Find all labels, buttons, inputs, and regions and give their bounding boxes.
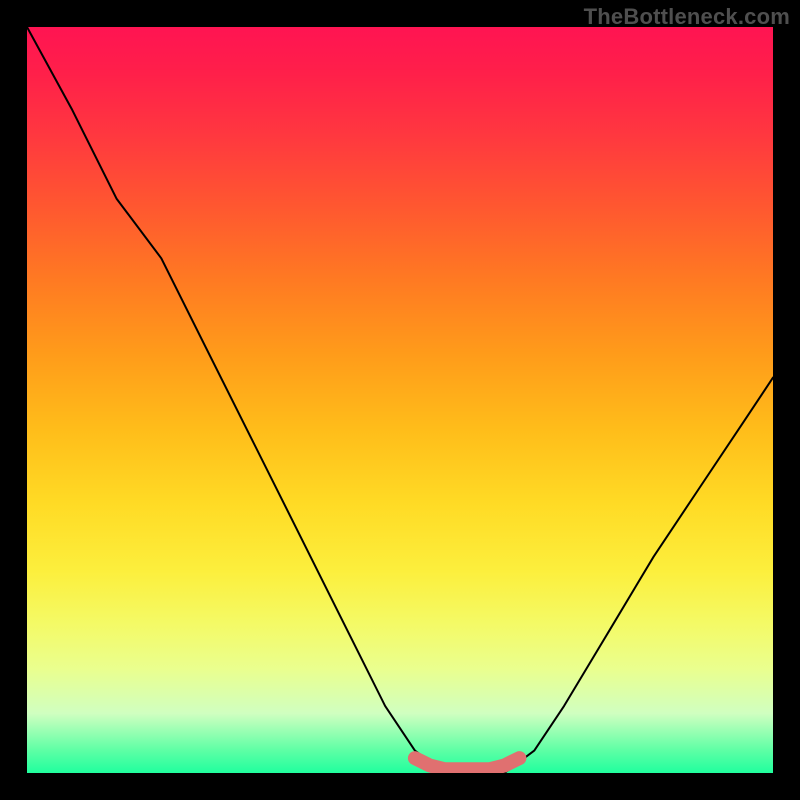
flat-segment-highlight: [415, 758, 520, 769]
chart-frame: TheBottleneck.com: [0, 0, 800, 800]
bottleneck-curve: [27, 27, 773, 773]
curve-layer: [27, 27, 773, 773]
plot-area: [27, 27, 773, 773]
